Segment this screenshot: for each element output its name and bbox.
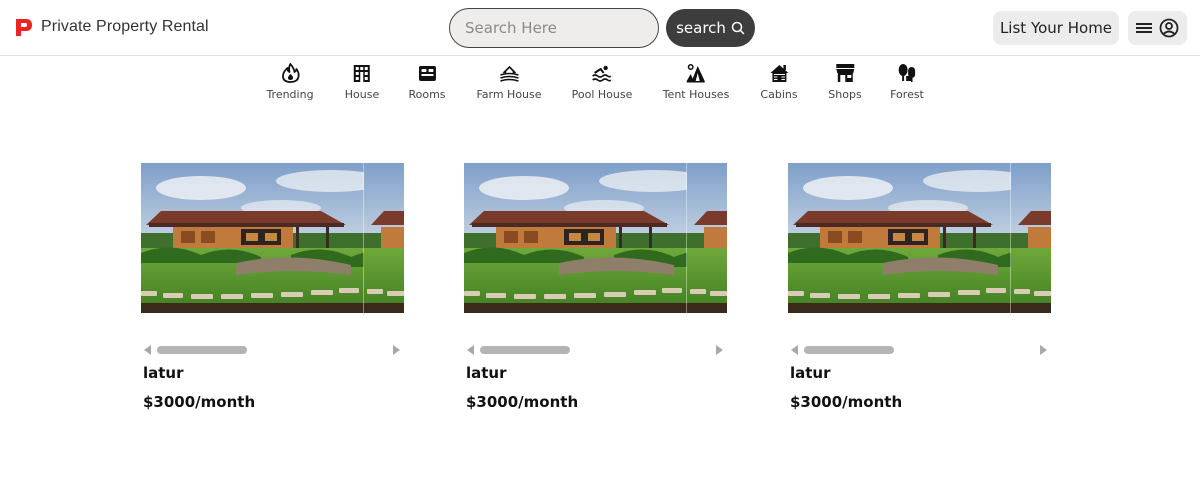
category-label: Pool House: [571, 88, 633, 101]
category-rooms[interactable]: Rooms: [408, 62, 446, 101]
category-label: Trending: [266, 88, 314, 101]
listing-photo[interactable]: [141, 163, 404, 313]
listing-photo[interactable]: [464, 163, 727, 313]
listing-price: $3000/month: [143, 393, 256, 411]
category-trending[interactable]: Trending: [266, 62, 314, 101]
swimming-icon: [592, 65, 612, 82]
bed-icon: [418, 66, 436, 81]
listing-price: $3000/month: [790, 393, 903, 411]
trees-icon: [898, 64, 915, 82]
listing-photo[interactable]: [788, 163, 1051, 313]
category-forest[interactable]: Forest: [890, 62, 924, 101]
category-label: Farm House: [476, 88, 542, 101]
listing-card[interactable]: latur $3000/month: [141, 163, 404, 423]
store-icon: [836, 64, 854, 82]
hamburger-menu-icon: [1136, 23, 1152, 33]
list-your-home-button[interactable]: List Your Home: [993, 11, 1119, 45]
scroll-right-arrow-icon[interactable]: [393, 345, 400, 355]
listing-card[interactable]: latur $3000/month: [788, 163, 1051, 423]
category-tent-houses[interactable]: Tent Houses: [662, 62, 730, 101]
farm-field-icon: [499, 65, 519, 82]
category-label: Rooms: [408, 88, 446, 101]
account-menu-button[interactable]: [1128, 11, 1187, 45]
listing-location: latur: [143, 364, 184, 382]
category-pool-house[interactable]: Pool House: [571, 62, 633, 101]
category-label: Shops: [828, 88, 862, 101]
category-label: House: [344, 88, 380, 101]
category-bar: Trending House Rooms Farm House Pool Hou…: [0, 62, 1200, 110]
category-label: Cabins: [760, 88, 798, 101]
scrollbar-thumb[interactable]: [804, 346, 894, 354]
category-farm-house[interactable]: Farm House: [476, 62, 542, 101]
category-house[interactable]: House: [345, 62, 379, 101]
brand[interactable]: Private Property Rental: [13, 16, 209, 38]
image-scrollbar[interactable]: [141, 343, 404, 357]
scrollbar-thumb[interactable]: [157, 346, 247, 354]
listing-location: latur: [790, 364, 831, 382]
scroll-left-arrow-icon[interactable]: [144, 345, 151, 355]
user-account-icon: [1159, 18, 1179, 38]
scroll-right-arrow-icon[interactable]: [716, 345, 723, 355]
tent-icon: [686, 64, 705, 83]
brand-name: Private Property Rental: [41, 18, 209, 35]
top-navbar: Private Property Rental search List Your…: [0, 0, 1200, 56]
house-building-icon: [353, 65, 370, 82]
scroll-right-arrow-icon[interactable]: [1040, 345, 1047, 355]
search-icon: [731, 21, 745, 35]
search-input[interactable]: [449, 8, 659, 48]
image-scrollbar[interactable]: [788, 343, 1051, 357]
p-logo-icon: [16, 19, 32, 36]
category-label: Tent Houses: [662, 88, 730, 101]
flame-icon: [281, 63, 300, 83]
search-button[interactable]: search: [666, 9, 755, 47]
image-scrollbar[interactable]: [464, 343, 727, 357]
category-cabins[interactable]: Cabins: [760, 62, 798, 101]
scroll-left-arrow-icon[interactable]: [791, 345, 798, 355]
cabin-icon: [769, 65, 788, 82]
category-label: Forest: [890, 88, 924, 101]
listing-location: latur: [466, 364, 507, 382]
search-button-label: search: [676, 19, 726, 37]
listing-card[interactable]: latur $3000/month: [464, 163, 727, 423]
category-shops[interactable]: Shops: [828, 62, 862, 101]
scroll-left-arrow-icon[interactable]: [467, 345, 474, 355]
scrollbar-thumb[interactable]: [480, 346, 570, 354]
listing-price: $3000/month: [466, 393, 579, 411]
